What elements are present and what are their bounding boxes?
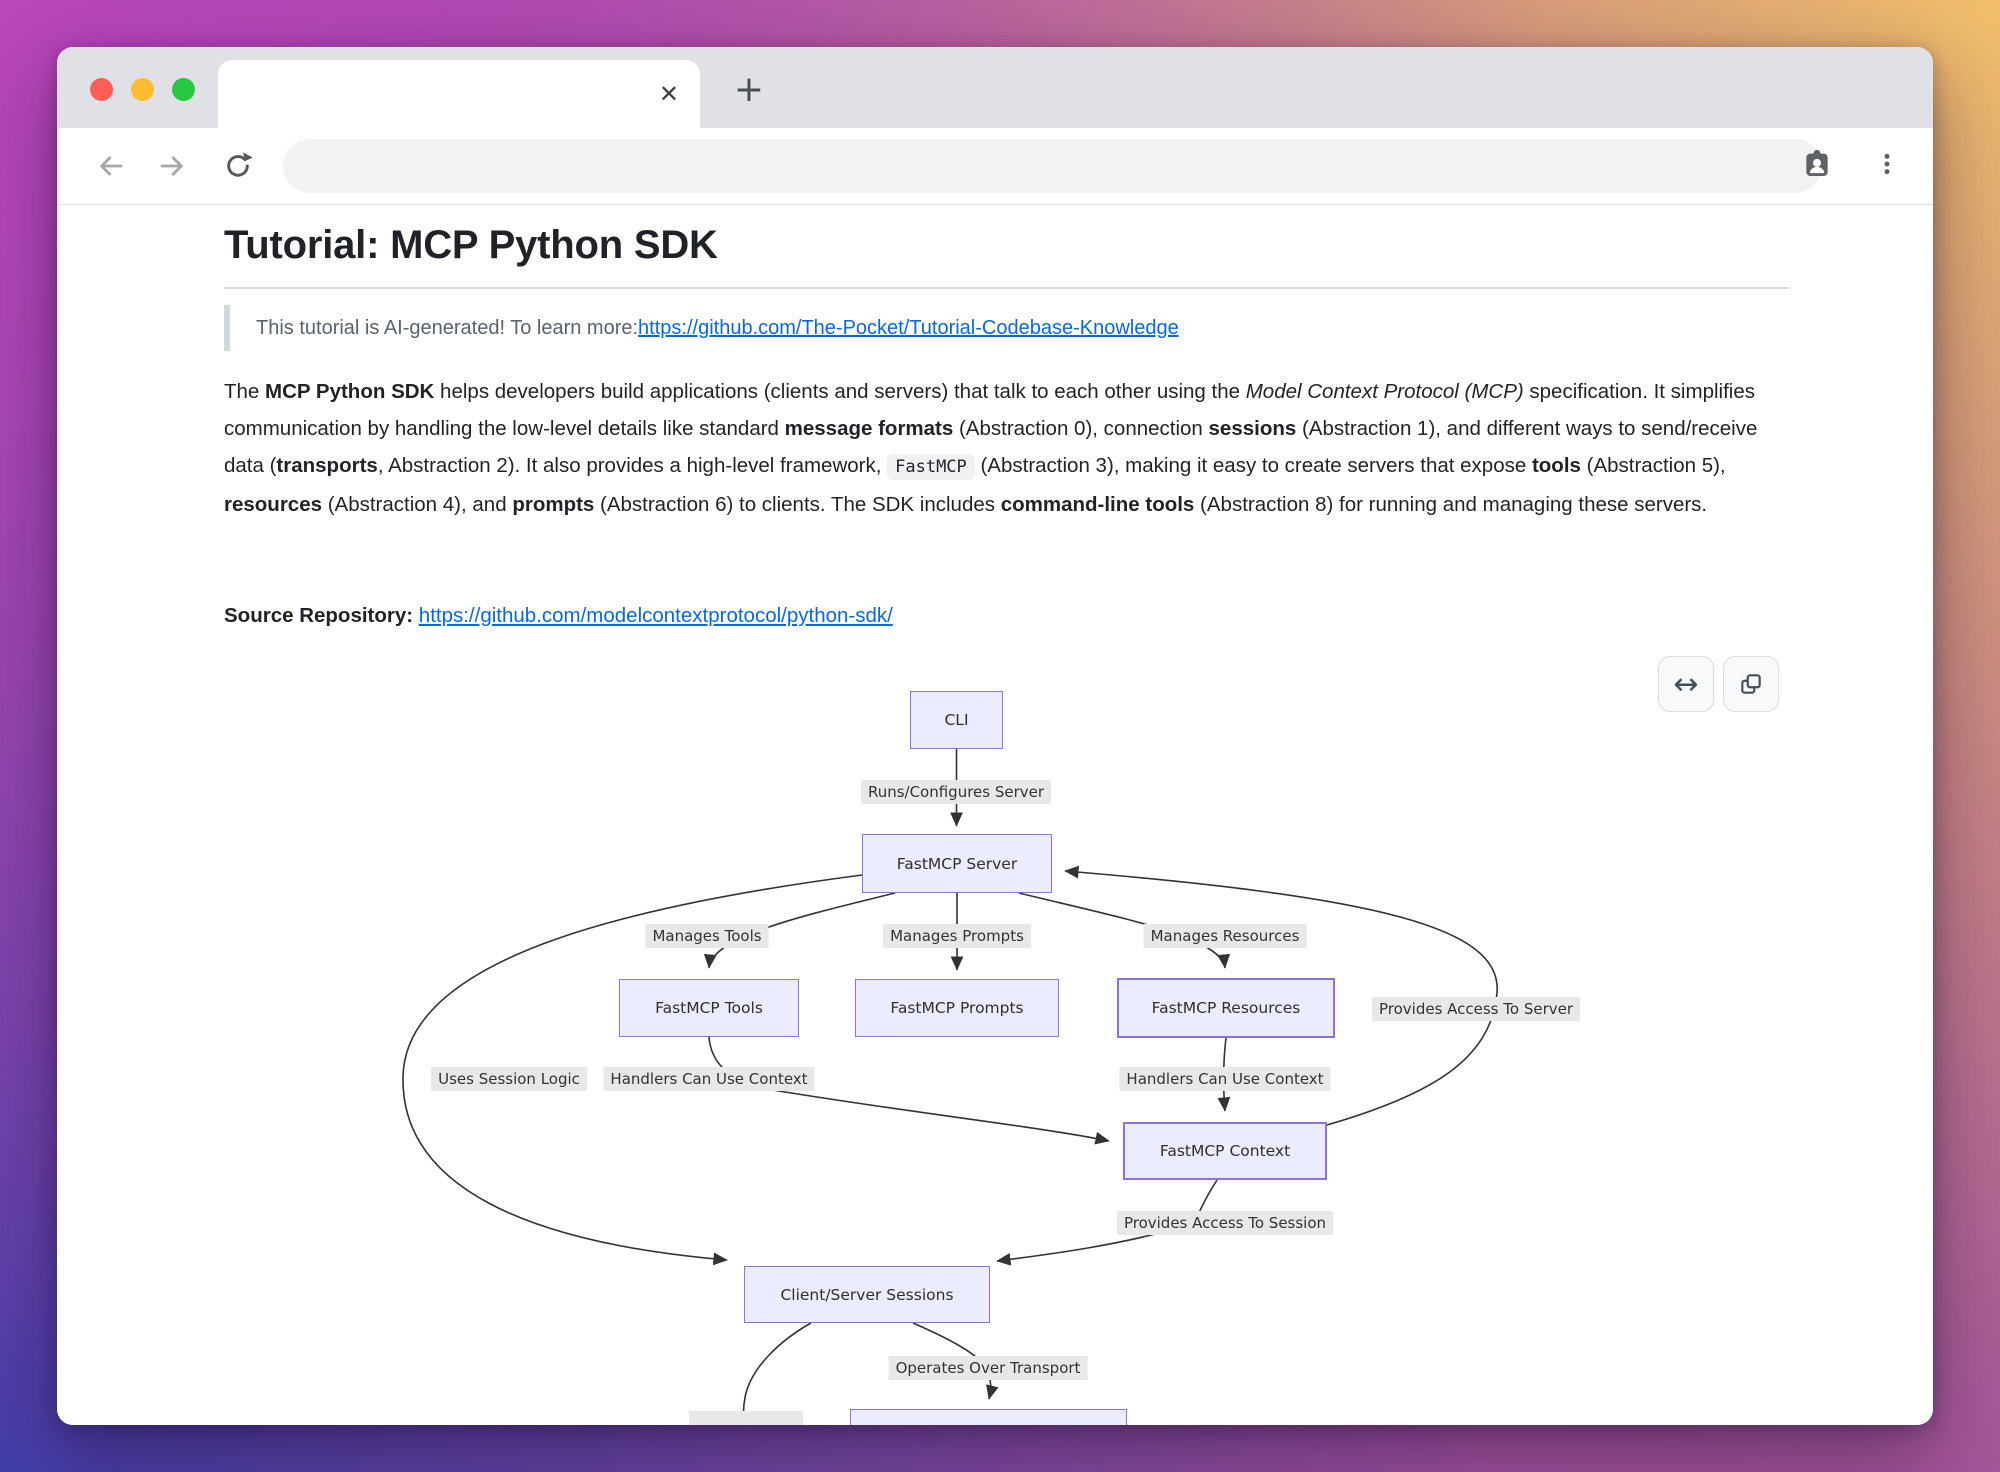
expand-arrows-icon: ↔: [1673, 667, 1698, 702]
source-link[interactable]: https://github.com/modelcontextprotocol/…: [419, 604, 893, 627]
title-divider: [224, 287, 1790, 289]
callout-text: This tutorial is AI-generated! To learn …: [256, 317, 638, 340]
profile-badge-icon: [1801, 148, 1833, 180]
browser-tab[interactable]: ✕: [218, 60, 700, 128]
copy-icon: [1738, 671, 1764, 697]
browser-toolbar: [57, 128, 1933, 205]
ai-generated-callout: This tutorial is AI-generated! To learn …: [224, 305, 1179, 351]
forward-button[interactable]: [154, 148, 190, 184]
node-fastmcp-server: FastMCP Server: [862, 834, 1052, 893]
edge-label-handlers-can-use-context-left: Handlers Can Use Context: [603, 1067, 814, 1091]
node-fastmcp-context: FastMCP Context: [1123, 1122, 1327, 1180]
edge-label-provides-access-to-session: Provides Access To Session: [1117, 1211, 1333, 1235]
fastmcp-code-chip: FastMCP: [887, 454, 975, 480]
edge-label-operates-over-transport: Operates Over Transport: [889, 1356, 1088, 1380]
back-arrow-icon: [96, 151, 126, 181]
minimize-window-button[interactable]: [131, 78, 154, 101]
edge-sessions-bottomleft: [744, 1323, 811, 1425]
new-tab-button[interactable]: +: [729, 69, 769, 109]
reload-icon: [222, 150, 254, 182]
kebab-menu-icon: [1874, 151, 1900, 177]
diagram-expand-button[interactable]: ↔: [1658, 656, 1714, 712]
profile-button[interactable]: [1799, 146, 1835, 182]
browser-window: ✕ +: [57, 47, 1933, 1425]
source-repository-line: Source Repository: https://github.com/mo…: [224, 604, 893, 628]
node-client-server-sessions: Client/Server Sessions: [744, 1266, 990, 1323]
node-fastmcp-resources: FastMCP Resources: [1117, 978, 1335, 1038]
back-button[interactable]: [93, 148, 129, 184]
tab-close-icon[interactable]: ✕: [659, 82, 679, 106]
source-label: Source Repository:: [224, 604, 419, 627]
edge-label-runs-configures-server: Runs/Configures Server: [861, 780, 1051, 804]
node-cli: CLI: [910, 691, 1003, 749]
edge-label-uses-session-logic: Uses Session Logic: [431, 1067, 587, 1091]
close-window-button[interactable]: [90, 78, 113, 101]
forward-arrow-icon: [157, 151, 187, 181]
edge-label-manages-prompts: Manages Prompts: [883, 924, 1031, 948]
diagram-copy-button[interactable]: [1723, 656, 1779, 712]
reload-button[interactable]: [220, 148, 256, 184]
maximize-window-button[interactable]: [172, 78, 195, 101]
node-transport-partial: [850, 1409, 1127, 1425]
page-content: Tutorial: MCP Python SDK This tutorial i…: [57, 205, 1933, 1425]
intro-paragraph: The MCP Python SDK helps developers buil…: [224, 373, 1798, 523]
edge-label-partial: [689, 1411, 803, 1425]
traffic-lights: [90, 78, 195, 101]
node-fastmcp-tools: FastMCP Tools: [619, 979, 799, 1037]
edge-label-manages-tools: Manages Tools: [645, 924, 768, 948]
tab-strip: ✕ +: [57, 47, 1933, 128]
menu-button[interactable]: [1869, 146, 1905, 182]
edge-label-handlers-can-use-context-right: Handlers Can Use Context: [1119, 1067, 1330, 1091]
page-title: Tutorial: MCP Python SDK: [224, 221, 718, 269]
address-bar-input[interactable]: [283, 139, 1822, 193]
edge-label-manages-resources: Manages Resources: [1144, 924, 1307, 948]
edge-label-provides-access-to-server: Provides Access To Server: [1372, 997, 1580, 1021]
node-fastmcp-prompts: FastMCP Prompts: [855, 979, 1059, 1037]
callout-link[interactable]: https://github.com/The-Pocket/Tutorial-C…: [638, 317, 1179, 340]
